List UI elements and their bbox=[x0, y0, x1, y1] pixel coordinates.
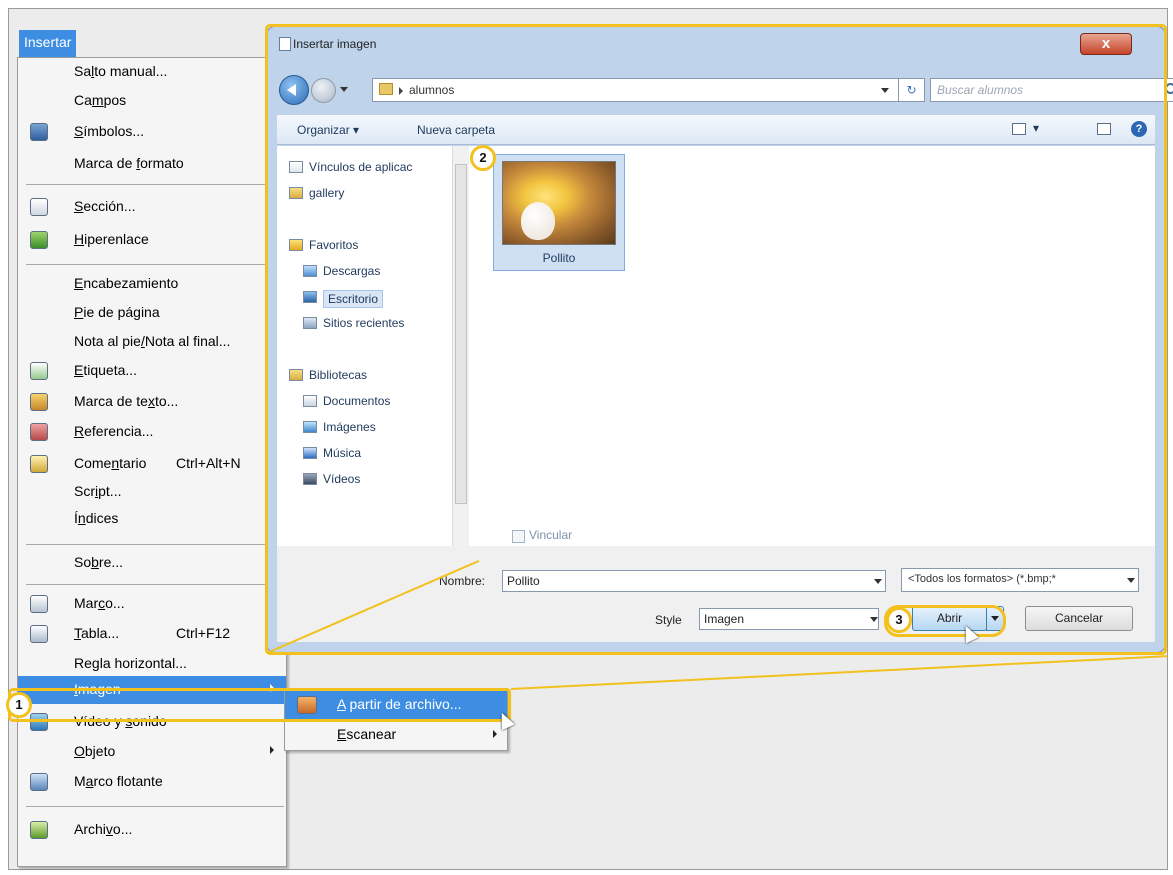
menu-separator bbox=[26, 806, 284, 807]
insert-file-icon bbox=[30, 821, 48, 839]
menu-item-label: Tabla... bbox=[74, 625, 120, 641]
step-badge-2: 2 bbox=[470, 145, 496, 171]
menu-item-label: Script... bbox=[74, 483, 122, 499]
menu-separator bbox=[26, 544, 284, 545]
menu-item-marca-de-texto[interactable]: Marca de texto... bbox=[18, 388, 286, 416]
menu-insertar[interactable]: Insertar bbox=[19, 30, 77, 57]
menu-item-label: Salto manual... bbox=[74, 63, 168, 79]
menu-item-nota-al-pie-nota-al-final[interactable]: Nota al pie/Nota al final... bbox=[18, 328, 286, 356]
menu-item-label: Índices bbox=[74, 510, 119, 526]
menu-item-símbolos[interactable]: Símbolos... bbox=[18, 118, 286, 146]
menu-item-label: Objeto bbox=[74, 743, 116, 759]
menu-item-label: Hiperenlace bbox=[74, 231, 149, 247]
menu-item-label: Marca de texto... bbox=[74, 393, 179, 409]
menu-item-label: Sección... bbox=[74, 198, 136, 214]
menu-item-label: Regla horizontal... bbox=[74, 655, 187, 671]
insert-menu: Salto manual... Campos Símbolos... Marca de… bbox=[17, 57, 287, 867]
menu-item-tabla[interactable]: Tabla... Ctrl+F12 bbox=[18, 620, 286, 648]
table-icon bbox=[30, 625, 48, 643]
menu-item-label: Marco... bbox=[74, 595, 125, 611]
menu-item-label: Comentario bbox=[74, 455, 147, 471]
menu-item-label: Pie de página bbox=[74, 304, 160, 320]
menu-item-salto-manual[interactable]: Salto manual... bbox=[18, 58, 286, 86]
menu-item-label: Etiqueta... bbox=[74, 362, 138, 378]
step-badge-3: 3 bbox=[886, 607, 912, 633]
menu-item-referencia[interactable]: Referencia... bbox=[18, 418, 286, 446]
menu-item-label: Encabezamiento bbox=[74, 275, 179, 291]
submenu-item-label: Escanear bbox=[337, 726, 397, 742]
caption-icon bbox=[30, 362, 48, 380]
image-menu-highlight-box bbox=[8, 688, 511, 722]
menu-item-label: Referencia... bbox=[74, 423, 154, 439]
reference-icon bbox=[30, 423, 48, 441]
menu-item-sobre[interactable]: Sobre... bbox=[18, 549, 286, 577]
menu-item-encabezamiento[interactable]: Encabezamiento bbox=[18, 270, 286, 298]
menu-item-índices[interactable]: Índices bbox=[18, 505, 286, 533]
menu-item-label: Símbolos... bbox=[74, 123, 145, 139]
menu-item-label: Marca de formato bbox=[74, 155, 184, 171]
menu-item-label: Archivo... bbox=[74, 821, 133, 837]
menu-item-label: Sobre... bbox=[74, 554, 124, 570]
menu-item-script[interactable]: Script... bbox=[18, 478, 286, 506]
menu-separator bbox=[26, 184, 284, 185]
bookmark-pin-icon bbox=[30, 393, 48, 411]
menu-item-etiqueta[interactable]: Etiqueta... bbox=[18, 357, 286, 385]
dialog-highlight-box bbox=[265, 24, 1167, 655]
menu-item-hiperenlace[interactable]: Hiperenlace bbox=[18, 226, 286, 254]
symbols-icon bbox=[30, 123, 48, 141]
menu-item-campos[interactable]: Campos bbox=[18, 87, 286, 115]
section-icon bbox=[30, 198, 48, 216]
menu-item-sección[interactable]: Sección... bbox=[18, 193, 286, 221]
menu-item-label: Nota al pie/Nota al final... bbox=[74, 333, 231, 349]
menu-item-objeto[interactable]: Objeto bbox=[18, 738, 286, 766]
menu-item-marca-de-formato[interactable]: Marca de formato bbox=[18, 150, 286, 178]
menu-item-label: Campos bbox=[74, 92, 127, 108]
submenu-arrow-icon bbox=[493, 730, 497, 738]
menu-item-label: Marco flotante bbox=[74, 773, 163, 789]
floating-frame-icon bbox=[30, 773, 48, 791]
menu-item-shortcut: Ctrl+Alt+N bbox=[176, 455, 241, 471]
submenu-item-scan[interactable]: Escanear bbox=[285, 721, 507, 749]
menu-item-pie-de-página[interactable]: Pie de página bbox=[18, 299, 286, 327]
menu-separator bbox=[26, 584, 284, 585]
menu-item-marco[interactable]: Marco... bbox=[18, 590, 286, 618]
step-badge-1: 1 bbox=[6, 692, 32, 718]
comment-icon bbox=[30, 455, 48, 473]
menu-item-regla-horizontal[interactable]: Regla horizontal... bbox=[18, 650, 286, 678]
menu-separator bbox=[26, 264, 284, 265]
submenu-arrow-icon bbox=[270, 746, 274, 754]
hyperlink-icon bbox=[30, 231, 48, 249]
frame-icon bbox=[30, 595, 48, 613]
menu-item-shortcut: Ctrl+F12 bbox=[176, 625, 231, 641]
menu-item-archivo[interactable]: Archivo... bbox=[18, 816, 286, 844]
menu-item-comentario[interactable]: Comentario Ctrl+Alt+N bbox=[18, 450, 286, 478]
menu-item-marco-flotante[interactable]: Marco flotante bbox=[18, 768, 286, 796]
